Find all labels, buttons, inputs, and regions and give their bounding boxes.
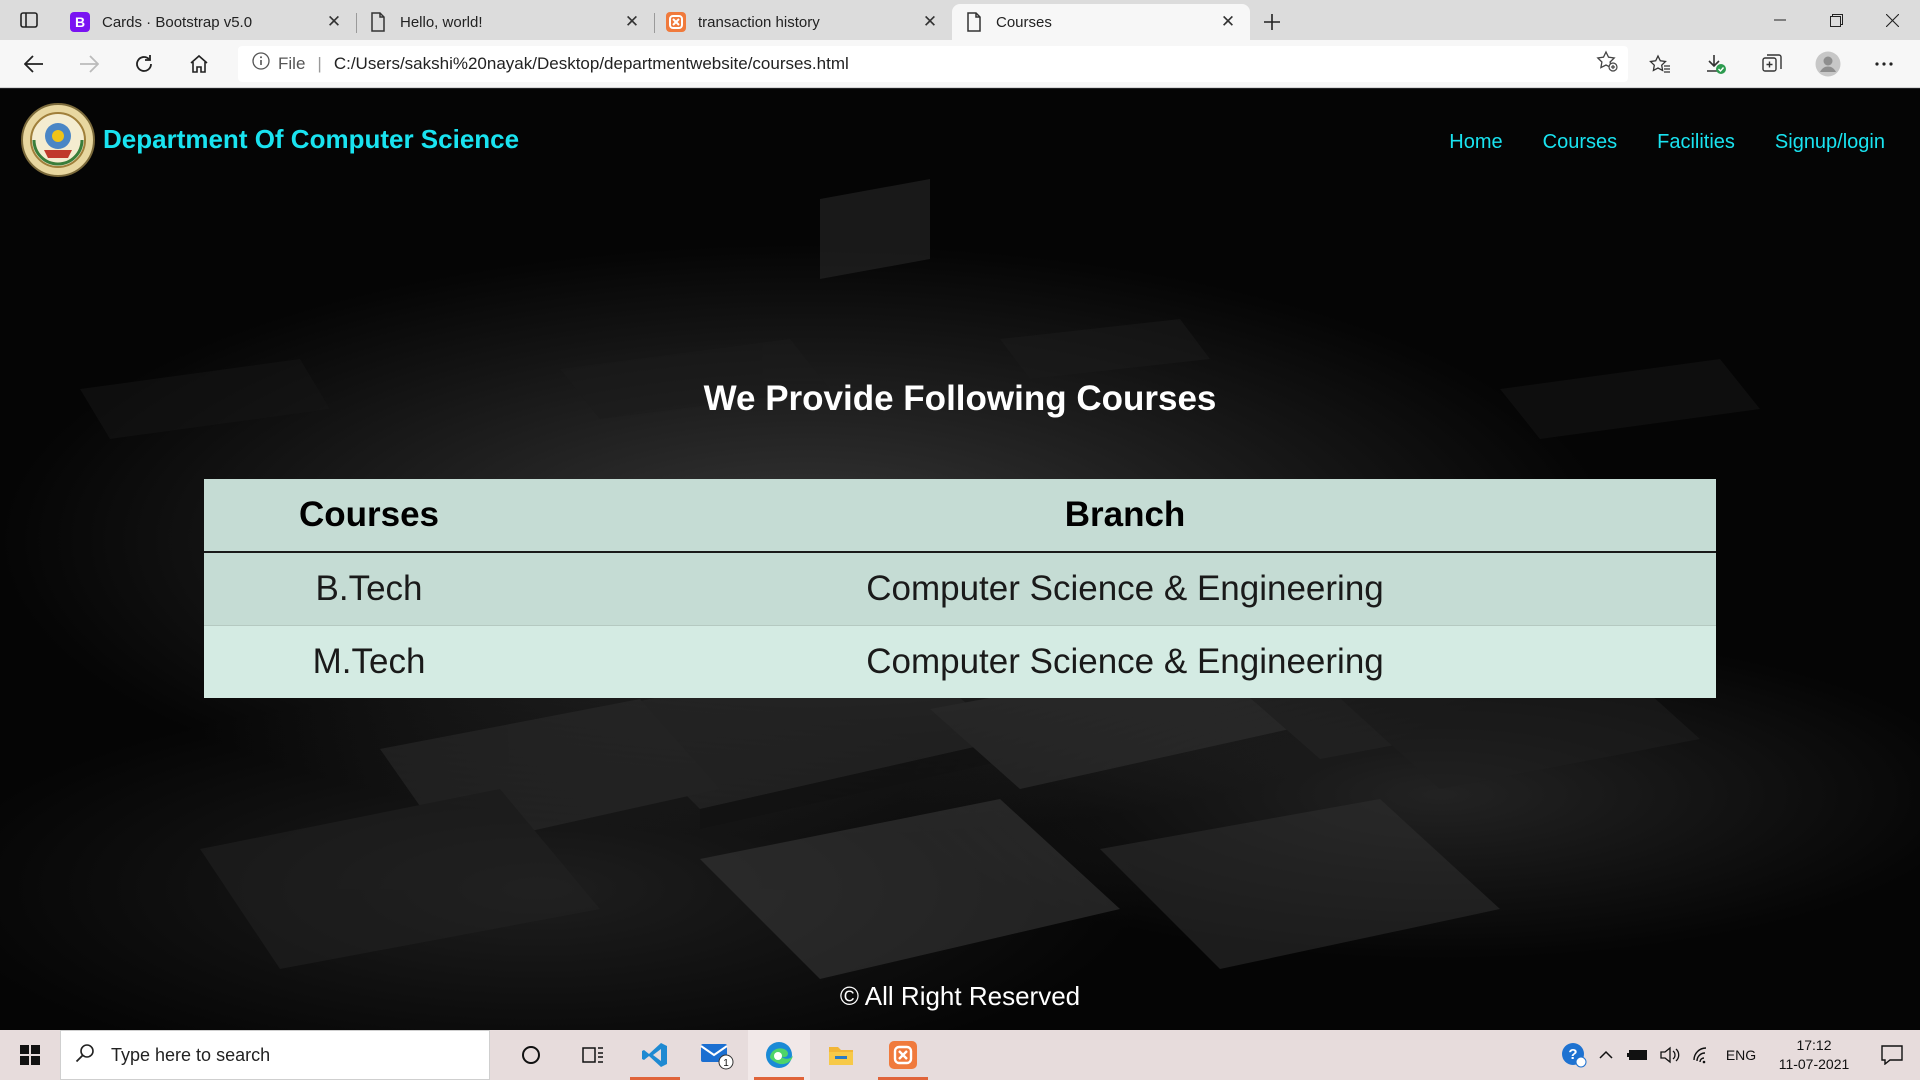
close-tab-icon[interactable]: ✕ <box>1218 12 1238 32</box>
tab-actions-menu-icon[interactable] <box>0 0 58 40</box>
page-heading: We Provide Following Courses <box>703 379 1217 418</box>
column-header-courses: Courses <box>204 479 534 553</box>
address-bar[interactable]: File | C:/Users/sakshi%20nayak/Desktop/d… <box>238 45 1628 82</box>
tab-cards-bootstrap[interactable]: B Cards · Bootstrap v5.0 ✕ <box>58 4 356 40</box>
battery-icon[interactable] <box>1622 1030 1654 1080</box>
svg-text:B: B <box>75 14 85 30</box>
taskbar-search-box[interactable]: Type here to search <box>60 1030 490 1080</box>
browser-toolbar: File | C:/Users/sakshi%20nayak/Desktop/d… <box>0 40 1920 88</box>
profile-avatar-icon[interactable] <box>1800 44 1856 84</box>
close-window-icon[interactable] <box>1864 0 1920 40</box>
notification-center-icon[interactable] <box>1864 1030 1920 1080</box>
tab-transaction-history[interactable]: transaction history ✕ <box>654 4 952 40</box>
info-icon[interactable] <box>252 52 270 75</box>
forward-arrow-icon[interactable] <box>61 44 116 84</box>
home-icon[interactable] <box>171 44 226 84</box>
edge-browser-icon[interactable] <box>748 1030 810 1080</box>
course-cell: M.Tech <box>204 625 534 698</box>
system-tray: ? ENG 17:12 11-07-2021 <box>1558 1030 1920 1080</box>
new-tab-icon[interactable] <box>1250 4 1294 40</box>
more-options-icon[interactable] <box>1856 44 1912 84</box>
mail-icon[interactable]: 1 <box>686 1030 748 1080</box>
branch-cell: Computer Science & Engineering <box>534 625 1716 698</box>
nav-link-facilities[interactable]: Facilities <box>1657 131 1735 154</box>
column-header-branch: Branch <box>534 479 1716 553</box>
search-icon <box>75 1043 95 1068</box>
help-icon[interactable]: ? <box>1558 1030 1590 1080</box>
clock-time: 17:12 <box>1796 1037 1832 1053</box>
back-arrow-icon[interactable] <box>6 44 61 84</box>
site-navbar: Department Of Computer Science Home Cour… <box>0 89 1920 194</box>
nav-link-courses[interactable]: Courses <box>1543 131 1617 154</box>
file-explorer-icon[interactable] <box>810 1030 872 1080</box>
taskbar-clock[interactable]: 17:12 11-07-2021 <box>1764 1036 1864 1074</box>
volume-icon[interactable] <box>1654 1030 1686 1080</box>
browser-tab-strip: B Cards · Bootstrap v5.0 ✕ Hello, world!… <box>0 0 1920 40</box>
close-tab-icon[interactable]: ✕ <box>324 12 344 32</box>
favorites-icon[interactable] <box>1632 44 1688 84</box>
tab-title: Courses <box>996 13 1052 31</box>
courses-table: Courses Branch B.Tech Computer Science &… <box>204 479 1716 698</box>
close-tab-icon[interactable]: ✕ <box>622 12 642 32</box>
minimize-icon[interactable] <box>1752 0 1808 40</box>
site-menu: Home Courses Facilities Signup/login <box>1449 131 1885 154</box>
cortana-icon[interactable] <box>500 1030 562 1080</box>
page-icon <box>368 12 388 32</box>
close-tab-icon[interactable]: ✕ <box>920 12 940 32</box>
tab-title: Hello, world! <box>400 13 483 31</box>
page-icon <box>964 12 984 32</box>
xampp-taskbar-icon[interactable] <box>872 1030 934 1080</box>
page-viewport: Department Of Computer Science Home Cour… <box>0 89 1920 1030</box>
tab-courses[interactable]: Courses ✕ <box>952 4 1250 40</box>
branch-cell: Computer Science & Engineering <box>534 552 1716 626</box>
nav-link-home[interactable]: Home <box>1449 131 1502 154</box>
restore-icon[interactable] <box>1808 0 1864 40</box>
mail-badge: 1 <box>723 1058 729 1069</box>
table-row: B.Tech Computer Science & Engineering <box>204 552 1716 626</box>
scheme-label: File <box>278 53 306 73</box>
task-view-icon[interactable] <box>562 1030 624 1080</box>
table-header-row: Courses Branch <box>204 479 1716 553</box>
windows-start-icon[interactable] <box>0 1030 60 1080</box>
site-brand[interactable]: Department Of Computer Science <box>103 124 519 155</box>
vscode-icon[interactable] <box>624 1030 686 1080</box>
bootstrap-icon: B <box>70 12 90 32</box>
tab-hello-world[interactable]: Hello, world! ✕ <box>356 4 654 40</box>
clock-date: 11-07-2021 <box>1778 1056 1850 1072</box>
course-cell: B.Tech <box>204 552 534 626</box>
window-controls <box>1752 0 1920 40</box>
nav-link-signup-login[interactable]: Signup/login <box>1775 131 1885 154</box>
xampp-icon <box>666 12 686 32</box>
department-logo[interactable] <box>20 102 96 178</box>
tab-title: Cards · Bootstrap v5.0 <box>102 13 253 31</box>
wifi-icon[interactable] <box>1686 1030 1718 1080</box>
collections-icon[interactable] <box>1744 44 1800 84</box>
tab-title: transaction history <box>698 13 820 31</box>
refresh-icon[interactable] <box>116 44 171 84</box>
language-indicator[interactable]: ENG <box>1718 1047 1764 1063</box>
show-hidden-icons-chevron-icon[interactable] <box>1590 1030 1622 1080</box>
search-placeholder: Type here to search <box>111 1044 271 1065</box>
downloads-icon[interactable] <box>1688 44 1744 84</box>
add-favorite-icon[interactable] <box>1596 50 1618 77</box>
windows-taskbar: Type here to search 1 ? ENG 17:12 11-07-… <box>0 1030 1920 1080</box>
table-row: M.Tech Computer Science & Engineering <box>204 625 1716 698</box>
url-text[interactable]: C:/Users/sakshi%20nayak/Desktop/departme… <box>334 54 1596 74</box>
site-footer: © All Right Reserved <box>839 981 1081 1011</box>
